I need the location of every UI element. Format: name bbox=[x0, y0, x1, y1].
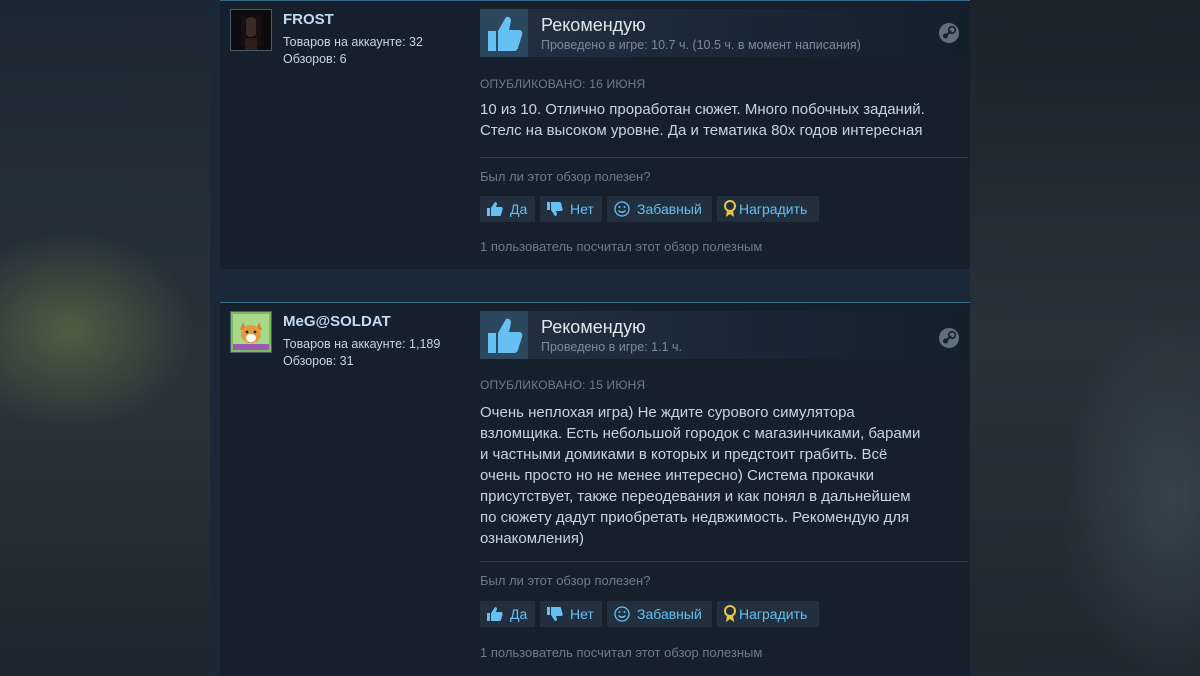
reviews-column: FROST Товаров на аккаунте: 32 Обзоров: 6… bbox=[210, 0, 970, 676]
helpful-question: Был ли этот обзор полезен? bbox=[480, 169, 651, 184]
blurred-background-right bbox=[970, 0, 1200, 675]
vote-yes-label: Да bbox=[510, 201, 528, 217]
steam-logo-icon bbox=[938, 327, 960, 349]
author-name[interactable]: MeG@SOLDAT bbox=[283, 313, 391, 330]
review-text-line: присутствует, также переодевания и как п… bbox=[480, 488, 911, 505]
thumbs-down-icon bbox=[547, 202, 563, 216]
review-verdict[interactable]: Рекомендую bbox=[541, 15, 646, 36]
reviews-count[interactable]: Обзоров: 31 bbox=[283, 354, 354, 368]
vote-no-button[interactable]: Нет bbox=[540, 196, 602, 222]
smiley-icon bbox=[614, 201, 630, 217]
author-name[interactable]: FROST bbox=[283, 11, 334, 28]
vote-funny-button[interactable]: Забавный bbox=[607, 196, 712, 222]
award-label: Наградить bbox=[739, 201, 808, 217]
vote-yes-button[interactable]: Да bbox=[480, 196, 535, 222]
review-text-line: очень просто но не менее интересно) Сист… bbox=[480, 467, 875, 484]
vote-funny-label: Забавный bbox=[637, 201, 702, 217]
products-count[interactable]: Товаров на аккаунте: 32 bbox=[283, 35, 423, 49]
award-button[interactable]: Наградить bbox=[717, 196, 819, 222]
products-count[interactable]: Товаров на аккаунте: 1,189 bbox=[283, 337, 440, 351]
review-text: Очень неплохая игра) Не ждите сурового с… bbox=[480, 402, 970, 549]
thumbs-up-icon bbox=[487, 202, 503, 216]
award-medal-icon bbox=[724, 605, 736, 622]
review-text: 10 из 10. Отлично проработан сюжет. Мног… bbox=[480, 101, 925, 139]
helpful-question: Был ли этот обзор полезен? bbox=[480, 573, 651, 588]
divider bbox=[480, 561, 968, 562]
vote-yes-label: Да bbox=[510, 606, 528, 622]
vote-yes-button[interactable]: Да bbox=[480, 601, 535, 627]
review-card: FROST Товаров на аккаунте: 32 Обзоров: 6… bbox=[220, 0, 970, 269]
review-text-line: по сюжету дадут приобретать недвжимость.… bbox=[480, 509, 910, 526]
review-header[interactable]: Рекомендую Проведено в игре: 1.1 ч. bbox=[480, 311, 968, 359]
blurred-background-left bbox=[0, 0, 210, 675]
review-verdict[interactable]: Рекомендую bbox=[541, 317, 646, 338]
playtime-hours: Проведено в игре: 10.7 ч. (10.5 ч. в мом… bbox=[541, 38, 861, 52]
vote-no-label: Нет bbox=[570, 606, 594, 622]
award-button[interactable]: Наградить bbox=[717, 601, 819, 627]
reviews-count[interactable]: Обзоров: 6 bbox=[283, 52, 347, 66]
review-card: MeG@SOLDAT Товаров на аккаунте: 1,189 Об… bbox=[220, 302, 970, 676]
helpful-count: 1 пользователь посчитал этот обзор полез… bbox=[480, 645, 763, 660]
corgi-avatar[interactable] bbox=[230, 311, 272, 353]
posted-date: ОПУБЛИКОВАНО: 15 ИЮНЯ bbox=[480, 378, 646, 392]
review-text-line: взломщика. Есть небольшой городок с мага… bbox=[480, 425, 921, 442]
playtime-hours: Проведено в игре: 1.1 ч. bbox=[541, 340, 682, 354]
smiley-icon bbox=[614, 606, 630, 622]
vote-funny-label: Забавный bbox=[637, 606, 702, 622]
review-text-line: и частными домиками в которых и предстои… bbox=[480, 446, 888, 463]
dark-portrait-avatar[interactable] bbox=[230, 9, 272, 51]
review-text-line: Очень неплохая игра) Не ждите сурового с… bbox=[480, 404, 855, 421]
divider bbox=[480, 157, 968, 158]
thumbs-up-icon bbox=[487, 607, 503, 621]
review-header[interactable]: Рекомендую Проведено в игре: 10.7 ч. (10… bbox=[480, 9, 968, 57]
vote-no-label: Нет bbox=[570, 201, 594, 217]
award-label: Наградить bbox=[739, 606, 808, 622]
thumbs-up-icon bbox=[480, 9, 528, 57]
vote-no-button[interactable]: Нет bbox=[540, 601, 602, 627]
vote-funny-button[interactable]: Забавный bbox=[607, 601, 712, 627]
posted-date: ОПУБЛИКОВАНО: 16 ИЮНЯ bbox=[480, 77, 646, 91]
steam-logo-icon bbox=[938, 22, 960, 44]
review-text-line: ознакомления) bbox=[480, 530, 584, 547]
award-medal-icon bbox=[724, 200, 736, 217]
thumbs-up-icon bbox=[480, 311, 528, 359]
helpful-count: 1 пользователь посчитал этот обзор полез… bbox=[480, 239, 763, 254]
thumbs-down-icon bbox=[547, 607, 563, 621]
